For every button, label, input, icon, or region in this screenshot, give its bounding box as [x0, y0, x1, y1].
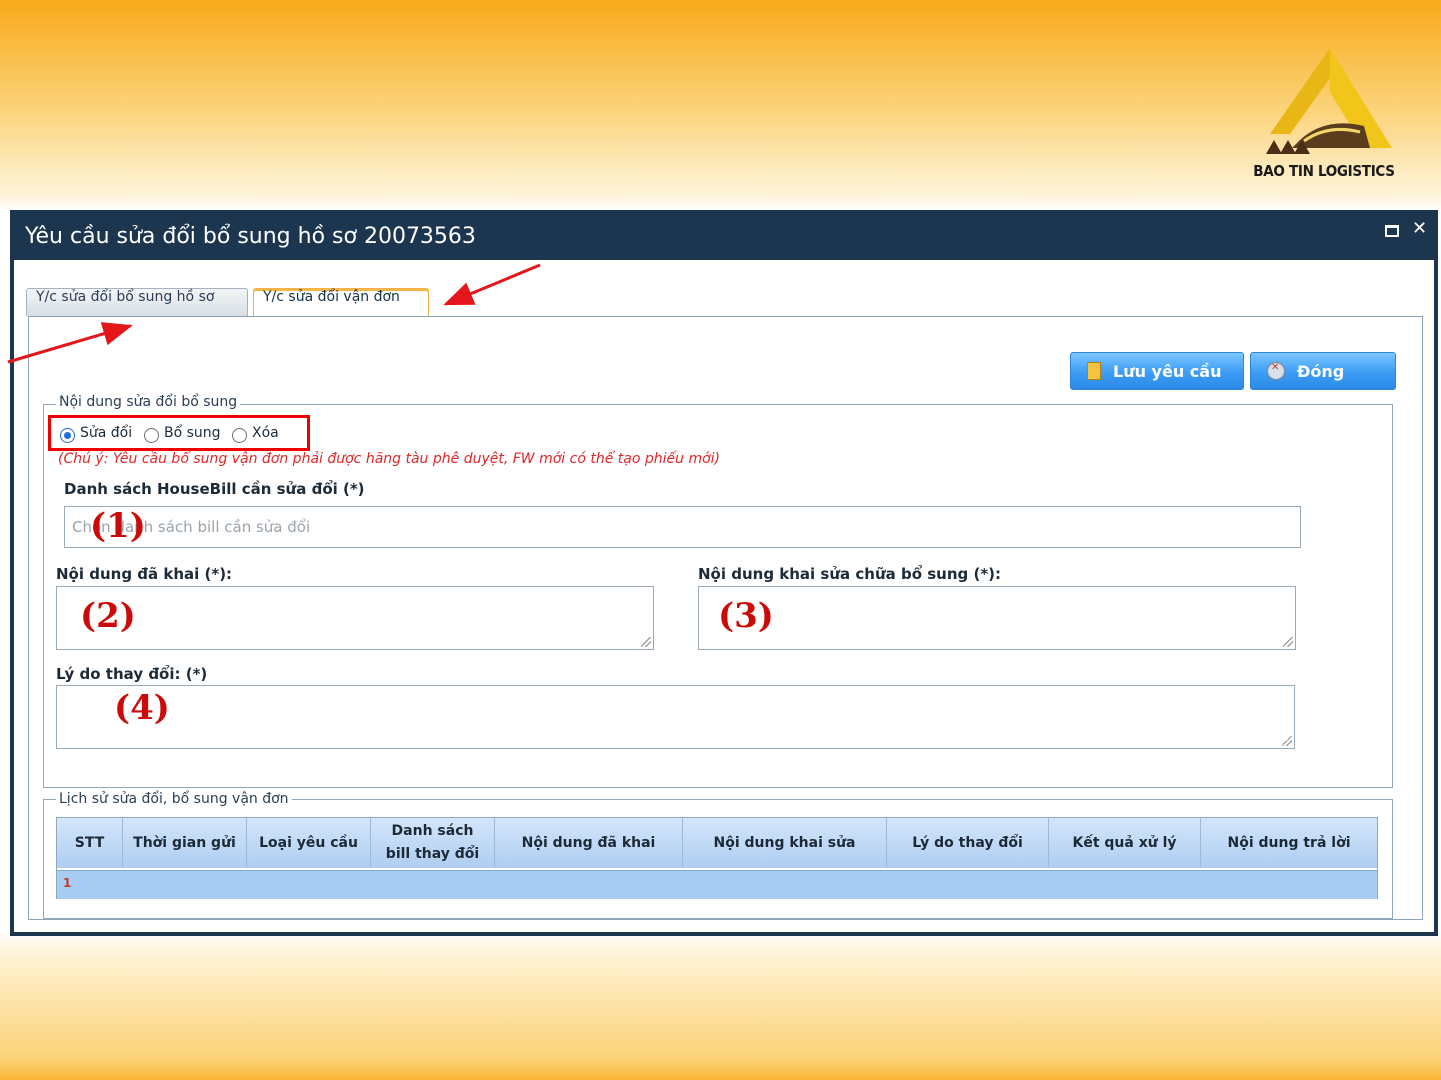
reason-label: Lý do thay đổi: (*) [56, 665, 208, 683]
amend-content-label: Nội dung khai sửa chữa bổ sung (*): [698, 565, 1002, 583]
col-header-result[interactable]: Kết quả xử lý [1049, 818, 1201, 868]
col-header-stt[interactable]: STT [57, 818, 123, 868]
radio-add-label: Bổ sung [164, 425, 221, 441]
tab-bill-amendment[interactable]: Y/c sửa đổi vận đơn [253, 288, 429, 316]
row-stt: 1 [63, 876, 72, 890]
housebill-label: Danh sách HouseBill cần sửa đổi (*) [64, 480, 365, 498]
close-icon[interactable]: ✕ [1412, 218, 1427, 239]
col-header-declared[interactable]: Nội dung đã khai [495, 818, 683, 868]
amend-content-textarea[interactable] [698, 586, 1296, 650]
close-button-label: Đóng [1297, 361, 1345, 381]
annotation-1: (1) [90, 506, 146, 546]
maximize-icon[interactable] [1385, 225, 1399, 237]
save-request-button[interactable]: Lưu yêu cầu [1070, 352, 1244, 390]
radio-add[interactable] [144, 428, 159, 443]
radio-modify-label: Sửa đổi [80, 425, 133, 441]
history-table: STT Thời gian gửi Loại yêu cầu Danh sách… [56, 817, 1378, 899]
annotation-3: (3) [718, 596, 774, 636]
close-button[interactable]: Đóng [1250, 352, 1396, 390]
reason-textarea[interactable] [56, 685, 1295, 749]
history-legend: Lịch sử sửa đổi, bổ sung vận đơn [56, 791, 292, 807]
radio-delete[interactable] [232, 428, 247, 443]
table-row[interactable] [57, 870, 1377, 899]
col-header-request-type[interactable]: Loại yêu cầu [247, 818, 371, 868]
notice-text: (Chú ý: Yêu cầu bổ sung vận đơn phải đượ… [58, 451, 721, 467]
annotation-2: (2) [80, 596, 136, 636]
tab-document-amendment[interactable]: Y/c sửa đổi bổ sung hồ sơ [26, 288, 248, 316]
radio-modify[interactable] [60, 428, 75, 443]
radio-delete-label: Xóa [252, 425, 279, 441]
declared-content-textarea[interactable] [56, 586, 654, 650]
col-header-bill-list[interactable]: Danh sách bill thay đổi [371, 818, 495, 868]
col-header-sent-time[interactable]: Thời gian gửi [123, 818, 247, 868]
declared-content-label: Nội dung đã khai (*): [56, 565, 233, 583]
amendment-legend: Nội dung sửa đổi bổ sung [56, 394, 241, 410]
col-header-reply[interactable]: Nội dung trả lời [1201, 818, 1377, 868]
annotation-4: (4) [114, 688, 170, 728]
save-icon [1087, 362, 1101, 380]
save-button-label: Lưu yêu cầu [1113, 361, 1222, 381]
close-circle-icon [1267, 362, 1285, 380]
dialog-content: Y/c sửa đổi bổ sung hồ sơ Y/c sửa đổi vậ… [14, 260, 1434, 932]
col-header-amended[interactable]: Nội dung khai sửa [683, 818, 887, 868]
col-header-reason[interactable]: Lý do thay đổi [887, 818, 1049, 868]
window-title: Yêu cầu sửa đổi bổ sung hồ sơ 20073563 [25, 224, 476, 249]
dialog-window: Yêu cầu sửa đổi bổ sung hồ sơ 20073563 ✕… [10, 210, 1438, 936]
logo-text: BAO TIN LOGISTICS [1253, 162, 1395, 180]
